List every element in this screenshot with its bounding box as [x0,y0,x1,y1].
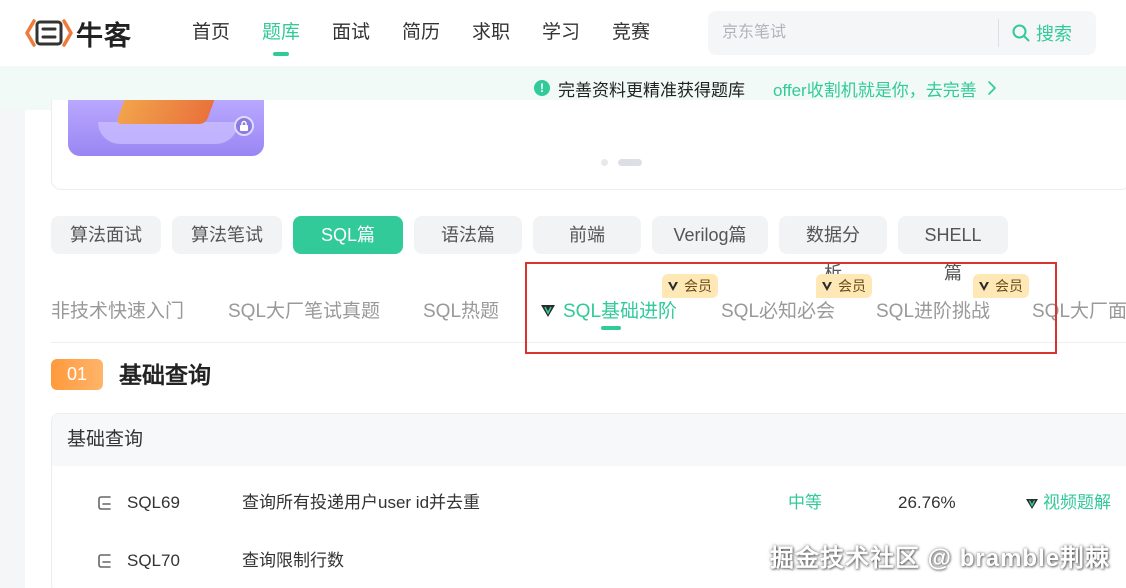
logo-icon [25,19,73,47]
subtab-label: 非技术快速入门 [51,301,185,322]
main-nav: 首页 题库 面试 简历 求职 学习 竞赛 [176,0,666,66]
nav-item-learning[interactable]: 学习 [526,0,596,66]
complete-profile-link[interactable]: offer收割机就是你，去完善 [773,76,997,101]
category-pill[interactable]: SHELL篇 [898,216,1008,283]
video-solution-link[interactable]: 视频题解 [1024,474,1111,532]
left-gutter [0,110,25,588]
nav-item-label: 求职 [471,22,510,43]
nav-item-label: 简历 [401,22,440,43]
chevron-right-icon [987,81,996,95]
highlight-frame [525,262,1057,354]
table-header: 基础查询 [52,414,1126,466]
nav-item-interview[interactable]: 面试 [316,0,386,66]
carousel-dot-active[interactable] [618,159,642,166]
category-pill[interactable]: Verilog篇 [652,216,768,254]
category-pill-active[interactable]: SQL篇 [293,216,403,254]
category-pill[interactable]: 算法笔试 [172,216,282,254]
section-number-badge: 01 [51,359,103,390]
top-navbar: 牛客 首页 题库 面试 简历 求职 学习 竞赛 搜索 [0,0,1126,66]
subtab-non-tech-intro[interactable]: 非技术快速入门 [51,296,184,323]
nav-item-label: 竞赛 [611,22,650,43]
carousel-dots [601,159,652,166]
banner-carousel [51,100,1126,190]
nav-item-label: 题库 [261,22,300,43]
banner-illustration-book [115,100,215,124]
table-row[interactable]: SQL69 查询所有投递用户user id并去重 中等 26.76% 视频题解 [52,474,1126,532]
nav-item-label: 学习 [541,22,580,43]
complete-profile-link-label: offer收割机就是你，去完善 [773,80,977,100]
main-content: 算法面试 算法笔试 SQL篇 语法篇 前端 Verilog篇 数据分析 SHEL… [25,100,1126,588]
logo[interactable]: 牛客 [24,14,132,52]
category-pill[interactable]: 数据分析 [779,216,887,283]
lock-icon [234,116,254,136]
question-title[interactable]: 查询限制行数 [242,532,344,588]
search-box: 搜索 [708,11,1096,55]
section-title: 基础查询 [119,362,211,388]
question-title[interactable]: 查询所有投递用户user id并去重 [242,474,480,532]
category-pills: 算法面试 算法笔试 SQL篇 语法篇 前端 Verilog篇 数据分析 SHEL… [51,216,1019,283]
pass-rate: 26.76% [898,493,956,512]
category-pill[interactable]: 算法面试 [51,216,161,254]
question-doc-icon [98,496,111,510]
nav-item-resume[interactable]: 简历 [386,0,456,66]
category-pill[interactable]: 前端 [533,216,641,254]
active-nav-indicator [273,52,289,56]
question-doc-icon [98,554,111,568]
subtab-sql-company-exams[interactable]: SQL大厂笔试真题 [228,296,380,323]
logo-text: 牛客 [76,20,132,52]
subtab-label: SQL大厂笔试真题 [228,301,381,322]
subtab-label: SQL热题 [423,301,500,322]
search-divider [998,19,999,47]
nav-item-contest[interactable]: 竞赛 [596,0,666,66]
question-id: SQL69 [127,493,180,512]
video-solution-label: 视频题解 [1043,493,1111,512]
search-input[interactable] [708,11,996,55]
search-button-label: 搜索 [1036,24,1072,44]
question-id: SQL70 [127,551,180,570]
banner-illustration-stand [98,122,238,144]
difficulty-label: 中等 [788,493,822,512]
nav-item-question-bank[interactable]: 题库 [246,0,316,66]
vip-v-icon [1026,499,1038,509]
nav-item-label: 首页 [191,22,230,43]
watermark: 掘金技术社区 @ bramble荆棘 [770,545,1111,572]
subtab-sql-hot[interactable]: SQL热题 [423,296,499,323]
nav-item-label: 面试 [331,22,370,43]
notice-text: 完善资料更精准获得题库 [558,80,745,100]
nav-item-jobs[interactable]: 求职 [456,0,526,66]
nav-item-home[interactable]: 首页 [176,0,246,66]
banner-image[interactable] [68,100,264,156]
search-button[interactable]: 搜索 [1012,11,1072,55]
search-icon [1012,24,1030,42]
info-icon: ! [534,80,550,96]
category-pill[interactable]: 语法篇 [414,216,522,254]
carousel-dot[interactable] [601,159,608,166]
